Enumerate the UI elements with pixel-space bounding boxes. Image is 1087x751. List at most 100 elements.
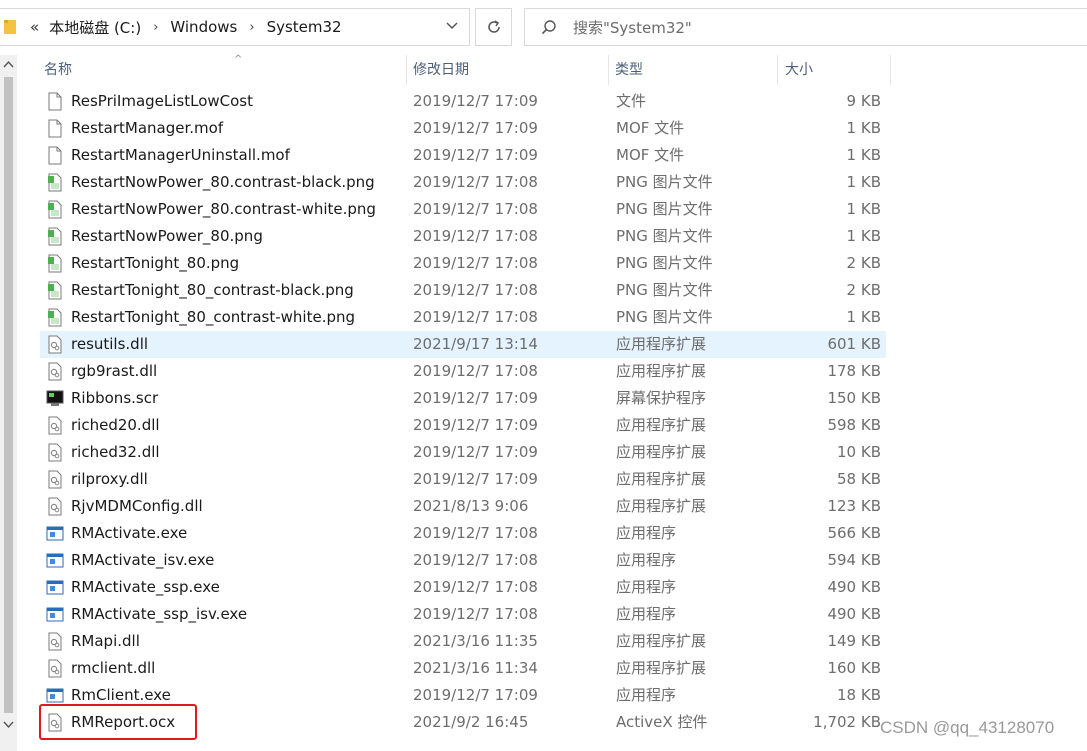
image-file-icon (46, 254, 64, 273)
refresh-icon (487, 20, 500, 33)
file-type: PNG 图片文件 (616, 173, 713, 191)
file-size: 149 KB (827, 632, 881, 650)
file-name: RestartNowPower_80.png (71, 227, 263, 245)
file-date: 2019/12/7 17:09 (413, 686, 538, 704)
file-row[interactable]: rgb9rast.dll 2019/12/7 17:08 应用程序扩展 178 KB (40, 358, 886, 385)
file-date: 2019/12/7 17:08 (413, 281, 538, 299)
breadcrumb-system32[interactable]: System32 (267, 18, 342, 36)
file-date: 2019/12/7 17:08 (413, 227, 538, 245)
file-name: riched32.dll (71, 443, 160, 461)
file-row[interactable]: RestartTonight_80_contrast-white.png 2019… (40, 304, 886, 331)
address-bar[interactable]: « 本地磁盘 (C:) › Windows › System32 (0, 8, 470, 46)
file-type: 应用程序扩展 (616, 416, 707, 434)
overflow-chevron[interactable]: « (30, 18, 39, 36)
file-date: 2019/12/7 17:09 (413, 443, 538, 461)
file-row[interactable]: RestartTonight_80_contrast-black.png 2019… (40, 277, 886, 304)
column-header-size[interactable]: 大小 (778, 55, 891, 85)
file-row[interactable]: RestartNowPower_80.png 2019/12/7 17:08 PNG… (40, 223, 886, 250)
file-row[interactable]: RestartNowPower_80.contrast-white.png 201… (40, 196, 886, 223)
file-date: 2019/12/7 17:09 (413, 119, 538, 137)
scroll-down-icon[interactable] (3, 719, 14, 730)
file-row[interactable]: RMActivate_isv.exe 2019/12/7 17:08 应用程序 594… (40, 547, 886, 574)
file-date: 2019/12/7 17:09 (413, 92, 538, 110)
file-name: RMActivate.exe (71, 524, 188, 542)
exe-file-icon (46, 605, 64, 624)
file-row[interactable]: riched32.dll 2019/12/7 17:09 应用程序扩展 10 KB (40, 439, 886, 466)
file-row[interactable]: resutils.dll 2021/9/17 13:14 应用程序扩展 601 KB (40, 331, 886, 358)
chevron-down-icon[interactable] (445, 19, 459, 33)
exe-file-icon (46, 551, 64, 570)
file-size: 1 KB (846, 173, 881, 191)
file-type: 文件 (616, 92, 647, 110)
file-size: 566 KB (827, 524, 881, 542)
image-file-icon (46, 173, 64, 192)
file-date: 2021/9/17 13:14 (413, 335, 538, 353)
file-date: 2019/12/7 17:09 (413, 146, 538, 164)
file-row[interactable]: RMapi.dll 2021/3/16 11:35 应用程序扩展 149 KB (40, 628, 886, 655)
highlight-box (39, 704, 197, 740)
file-row[interactable]: RestartManagerUninstall.mof 2019/12/7 17:… (40, 142, 886, 169)
column-header-date[interactable]: 修改日期 (407, 55, 609, 85)
file-row[interactable]: RMReport.ocx 2021/9/2 16:45 ActiveX 控件 1,70… (39, 704, 886, 740)
file-type: 应用程序扩展 (616, 335, 707, 353)
file-row[interactable]: RestartTonight_80.png 2019/12/7 17:08 PNG … (40, 250, 886, 277)
file-row[interactable]: RestartManager.mof 2019/12/7 17:09 MOF 文件 1… (40, 115, 886, 142)
file-date: 2019/12/7 17:08 (413, 173, 538, 191)
file-type: 应用程序 (616, 551, 677, 569)
file-type: PNG 图片文件 (616, 254, 713, 272)
exe-file-icon (46, 686, 64, 705)
search-input[interactable]: 搜索"System32" (573, 17, 692, 38)
file-type: MOF 文件 (616, 119, 685, 137)
scrollbar-thumb[interactable] (4, 77, 13, 713)
breadcrumb-windows[interactable]: Windows (170, 18, 237, 36)
file-row[interactable]: Ribbons.scr 2019/12/7 17:09 屏幕保护程序 150 KB (40, 385, 886, 412)
file-type: ActiveX 控件 (616, 713, 708, 731)
file-size: 2 KB (846, 254, 881, 272)
file-row[interactable]: rmclient.dll 2021/3/16 11:34 应用程序扩展 160 KB (40, 655, 886, 682)
file-type: 应用程序 (616, 605, 677, 623)
file-size: 18 KB (837, 686, 881, 704)
dll-file-icon (46, 632, 64, 651)
file-size: 2 KB (846, 281, 881, 299)
exe-file-icon (46, 578, 64, 597)
file-name: RestartTonight_80_contrast-white.png (71, 308, 356, 326)
column-header-type[interactable]: 类型 (609, 55, 778, 85)
file-row[interactable]: RMActivate_ssp_isv.exe 2019/12/7 17:08 应用程… (40, 601, 886, 628)
file-row[interactable]: riched20.dll 2019/12/7 17:09 应用程序扩展 598 KB (40, 412, 886, 439)
breadcrumb-separator-icon[interactable]: › (153, 20, 158, 35)
search-box[interactable]: 搜索"System32" (524, 8, 1087, 46)
search-icon (541, 20, 556, 35)
file-date: 2019/12/7 17:08 (413, 524, 538, 542)
file-row[interactable]: ResPriImageListLowCost 2019/12/7 17:09 文件 9… (40, 88, 886, 115)
dll-file-icon (46, 659, 64, 678)
file-type: 应用程序扩展 (616, 443, 707, 461)
vertical-scrollbar[interactable] (0, 55, 17, 751)
file-row[interactable]: RjvMDMConfig.dll 2021/8/13 9:06 应用程序扩展 123 … (40, 493, 886, 520)
file-row[interactable]: rilproxy.dll 2019/12/7 17:09 应用程序扩展 58 KB (40, 466, 886, 493)
file-size: 601 KB (827, 335, 881, 353)
file-size: 490 KB (827, 578, 881, 596)
column-header-name[interactable]: ^ 名称 (17, 55, 407, 85)
file-date: 2019/12/7 17:08 (413, 254, 538, 272)
scroll-up-icon[interactable] (3, 59, 14, 70)
folder-icon (4, 20, 16, 34)
breadcrumb-separator-icon[interactable]: › (249, 20, 254, 35)
file-name: rilproxy.dll (71, 470, 148, 488)
breadcrumb-drive[interactable]: 本地磁盘 (C:) (49, 17, 141, 38)
file-date: 2019/12/7 17:08 (413, 308, 538, 326)
file-name: rmclient.dll (71, 659, 156, 677)
file-name: resutils.dll (71, 335, 149, 353)
file-date: 2019/12/7 17:08 (413, 362, 538, 380)
image-file-icon (46, 200, 64, 219)
file-size: 594 KB (827, 551, 881, 569)
file-row[interactable]: RMActivate_ssp.exe 2019/12/7 17:08 应用程序 490… (40, 574, 886, 601)
file-type: 应用程序扩展 (616, 497, 707, 515)
file-row[interactable]: RestartNowPower_80.contrast-black.png 201… (40, 169, 886, 196)
file-size: 178 KB (827, 362, 881, 380)
file-row[interactable]: RMActivate.exe 2019/12/7 17:08 应用程序 566 KB (40, 520, 886, 547)
file-type: 应用程序扩展 (616, 632, 707, 650)
file-date: 2019/12/7 17:09 (413, 470, 538, 488)
refresh-button[interactable] (475, 8, 512, 46)
file-type: 应用程序扩展 (616, 470, 707, 488)
file-icon (46, 146, 64, 165)
